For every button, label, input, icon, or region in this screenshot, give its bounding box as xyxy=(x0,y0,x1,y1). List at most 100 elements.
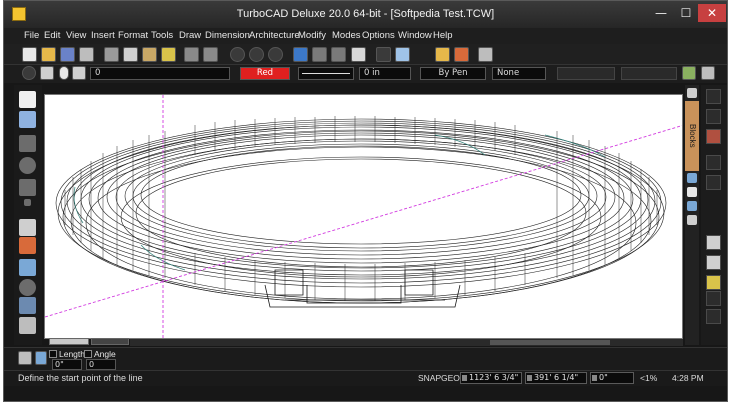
geo-toggle[interactable]: GEO xyxy=(441,373,460,383)
layer-manager-icon[interactable] xyxy=(40,66,54,80)
circle-icon[interactable] xyxy=(19,157,36,174)
modify-icon[interactable] xyxy=(19,297,36,314)
torus-wireframe-drawing xyxy=(45,95,682,338)
select-point-icon[interactable] xyxy=(19,111,36,128)
layers-stack-icon[interactable] xyxy=(701,66,715,80)
color-field[interactable]: Red xyxy=(240,67,290,80)
menu-view[interactable]: View xyxy=(66,30,86,41)
menu-tools[interactable]: Tools xyxy=(151,30,173,41)
layer-tool-icon[interactable] xyxy=(706,255,721,270)
print-icon[interactable] xyxy=(79,47,94,62)
material-tool-icon[interactable] xyxy=(706,129,721,144)
z-coordinate-value: 0" xyxy=(599,373,608,382)
menu-file[interactable]: File xyxy=(24,30,39,41)
group-tool-icon[interactable] xyxy=(706,291,721,306)
menu-help[interactable]: Help xyxy=(433,30,453,41)
orbit-tool-icon[interactable] xyxy=(706,109,721,124)
palette-icon-1[interactable] xyxy=(687,173,697,183)
horizontal-scrollbar[interactable] xyxy=(130,339,683,346)
line-icon[interactable] xyxy=(19,135,36,152)
point-icon[interactable] xyxy=(24,199,31,206)
drawing-tools-palette xyxy=(14,85,42,345)
angle-lock-checkbox[interactable] xyxy=(84,350,92,358)
cancel-operation-icon[interactable] xyxy=(18,351,32,365)
explode-tool-icon[interactable] xyxy=(706,309,721,324)
disabled-field-2 xyxy=(621,67,677,80)
pan-icon[interactable] xyxy=(478,47,493,62)
property-toolbar: 0 Red 0 in By Pen None xyxy=(4,65,727,83)
pencil-tool-icon[interactable] xyxy=(706,275,721,290)
snap-toggle[interactable]: SNAP xyxy=(418,373,441,383)
hatch-icon[interactable] xyxy=(19,237,36,254)
zoom-window-icon[interactable] xyxy=(230,47,245,62)
selector-icon[interactable] xyxy=(376,47,391,62)
menu-options[interactable]: Options xyxy=(362,30,395,41)
arc-icon[interactable] xyxy=(19,179,36,196)
paste-icon[interactable] xyxy=(142,47,157,62)
new-file-icon[interactable] xyxy=(22,47,37,62)
design-director-icon[interactable] xyxy=(435,47,450,62)
blocks-palette-tab[interactable]: Blocks xyxy=(685,101,699,171)
horizontal-scroll-thumb[interactable] xyxy=(490,340,610,345)
palette-icon-4[interactable] xyxy=(687,215,697,225)
undo-icon[interactable] xyxy=(184,47,199,62)
x-coordinate-field: 1123' 6 3/4" xyxy=(460,372,522,384)
app-window: TurboCAD Deluxe 20.0 64-bit - [Softpedia… xyxy=(3,0,728,402)
menu-edit[interactable]: Edit xyxy=(44,30,60,41)
light-tool-icon[interactable] xyxy=(706,155,721,170)
finish-operation-icon[interactable] xyxy=(35,351,47,365)
menu-modes[interactable]: Modes xyxy=(332,30,361,41)
zoom-out-icon[interactable] xyxy=(249,47,264,62)
measure-icon[interactable] xyxy=(19,279,36,296)
menu-dimension[interactable]: Dimension xyxy=(205,30,250,41)
visibility-eye-icon[interactable] xyxy=(59,66,69,80)
minimize-button[interactable]: — xyxy=(649,4,673,22)
camera-tool-icon[interactable] xyxy=(706,175,721,190)
drawing-canvas[interactable] xyxy=(44,94,683,339)
library-icon[interactable] xyxy=(395,47,410,62)
menu-window[interactable]: Window xyxy=(398,30,432,41)
properties-icon[interactable] xyxy=(454,47,469,62)
layer-field[interactable]: 0 xyxy=(90,67,230,80)
spell-icon[interactable] xyxy=(351,47,366,62)
line-width-field[interactable]: 0 in xyxy=(359,67,411,80)
layer-icon[interactable] xyxy=(312,47,327,62)
select-arrow-icon[interactable] xyxy=(19,91,36,108)
title-bar: TurboCAD Deluxe 20.0 64-bit - [Softpedia… xyxy=(4,1,727,28)
zoom-all-icon[interactable] xyxy=(268,47,283,62)
snap-icon[interactable] xyxy=(19,259,36,276)
redo-icon[interactable] xyxy=(203,47,218,62)
menu-draw[interactable]: Draw xyxy=(179,30,201,41)
close-button[interactable]: ✕ xyxy=(698,4,726,22)
angle-input[interactable]: 0 xyxy=(86,359,116,370)
fill-field[interactable]: None xyxy=(492,67,546,80)
pick-color-icon[interactable] xyxy=(682,66,696,80)
layout-tab[interactable] xyxy=(91,338,129,345)
view-tool-icon[interactable] xyxy=(706,89,721,104)
menu-architecture[interactable]: Architecture xyxy=(249,30,300,41)
maximize-button[interactable]: ☐ xyxy=(674,4,698,22)
grid-toggle-icon[interactable] xyxy=(331,47,346,62)
right-tools-panel xyxy=(701,85,727,345)
length-lock-checkbox[interactable] xyxy=(49,350,57,358)
text-icon[interactable] xyxy=(19,219,36,236)
open-icon[interactable] xyxy=(41,47,56,62)
gear-icon[interactable] xyxy=(22,66,36,80)
menu-modify[interactable]: Modify xyxy=(298,30,326,41)
cut-icon[interactable] xyxy=(104,47,119,62)
model-tab[interactable] xyxy=(49,338,89,345)
save-icon[interactable] xyxy=(60,47,75,62)
format-painter-icon[interactable] xyxy=(161,47,176,62)
palette-icon-2[interactable] xyxy=(687,187,697,197)
layer-lock-icon[interactable] xyxy=(72,66,86,80)
grid-icon[interactable] xyxy=(19,317,36,334)
palette-pin-icon[interactable] xyxy=(687,88,697,98)
menu-insert[interactable]: Insert xyxy=(91,30,115,41)
pen-field[interactable]: By Pen xyxy=(420,67,486,80)
palette-icon-3[interactable] xyxy=(687,201,697,211)
copy-icon[interactable] xyxy=(123,47,138,62)
length-input[interactable]: 0" xyxy=(52,359,82,370)
menu-format[interactable]: Format xyxy=(118,30,148,41)
document-tool-icon[interactable] xyxy=(706,235,721,250)
render-icon[interactable] xyxy=(293,47,308,62)
